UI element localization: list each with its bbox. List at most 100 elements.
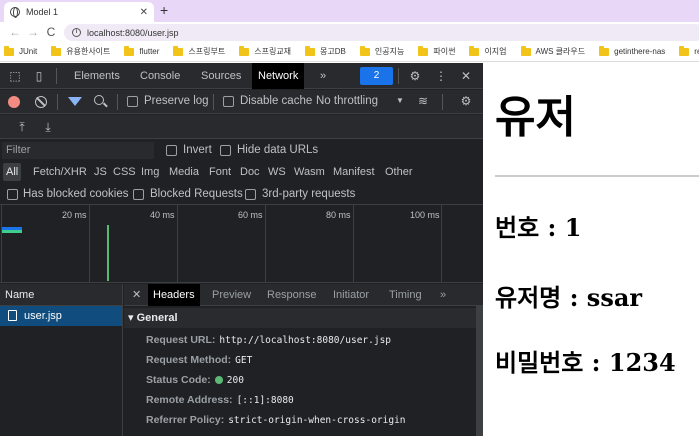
has-blocked-cookies-checkbox[interactable] [7,189,18,200]
bookmarks-bar: JUnit 유용한사이트 flutter 스프링부트 스프링교재 몽고DB 인공… [0,42,699,62]
timeline-tick-label: 60 ms [238,210,263,220]
disable-cache-label: Disable cache [240,95,313,107]
bookmark-folder[interactable]: 인공지능 [359,45,404,57]
status-ok-icon [214,376,223,385]
bookmark-folder[interactable]: getinthere-nas [599,45,665,56]
user-number: 번호 : 1 [495,213,582,242]
general-section-header[interactable]: ▾ General [124,308,476,328]
bookmark-folder[interactable]: 파이썬 [418,45,455,57]
scrollbar[interactable] [476,306,483,436]
tab-elements[interactable]: Elements [68,63,126,89]
bookmark-folder[interactable]: flutter [124,45,159,56]
bookmark-folder[interactable]: JUnit [4,45,37,56]
filter-other[interactable]: Other [382,163,416,181]
request-url-row: Request URL: http://localhost:8080/user.j… [146,334,391,346]
request-list: Name user.jsp [0,284,123,436]
filter-ws[interactable]: WS [265,163,289,181]
filter-manifest[interactable]: Manifest [330,163,378,181]
folder-icon [51,45,62,56]
clear-icon[interactable] [35,96,47,108]
close-tab-icon[interactable]: ✕ [140,7,148,18]
timeline-gridline [1,205,2,283]
network-conditions-icon[interactable]: ≋ [416,94,430,108]
detail-tab-bar: ✕ Headers Preview Response Initiator Tim… [124,284,483,306]
gear-icon[interactable]: ⚙ [408,69,422,83]
record-icon[interactable] [8,96,20,108]
inspect-element-icon[interactable]: ⬚ [8,69,22,83]
reload-button[interactable]: C [42,25,60,39]
filter-js[interactable]: JS [91,163,110,181]
header-value[interactable]: [::1]:8080 [237,395,294,406]
header-value[interactable]: http://localhost:8080/user.jsp [219,335,391,346]
search-icon[interactable] [94,95,104,105]
issues-badge[interactable]: 2 [360,67,393,85]
new-tab-button[interactable]: + [160,2,168,18]
bookmark-folder[interactable]: 이지업 [469,45,507,57]
referrer-policy-row: Referrer Policy: strict-origin-when-cross… [146,414,406,426]
name-column-header[interactable]: Name [0,284,122,306]
bookmark-folder[interactable]: 몽고DB [305,45,346,57]
device-toolbar-icon[interactable]: ▯ [32,69,46,83]
hide-data-urls-checkbox[interactable] [220,145,231,156]
header-value[interactable]: 200 [227,375,244,386]
filter-all[interactable]: All [3,163,22,181]
third-party-checkbox[interactable] [245,189,256,200]
bookmark-folder[interactable]: 스프링부트 [173,45,225,57]
tab-response[interactable]: Response [262,284,322,306]
filter-css[interactable]: CSS [110,163,139,181]
upload-icon[interactable]: ⤒ [16,121,28,133]
disable-cache-checkbox[interactable] [223,96,234,107]
blocked-requests-checkbox[interactable] [133,189,144,200]
tab-sources[interactable]: Sources [195,63,247,89]
bookmark-label: 몽고DB [320,47,346,56]
tab-network[interactable]: Network [252,63,305,89]
site-info-icon[interactable]: i [72,28,81,37]
forward-button[interactable]: → [24,25,42,39]
request-row[interactable]: user.jsp [0,306,122,326]
bookmark-label: 이지업 [484,47,507,56]
header-key: Remote Address: [146,394,233,406]
filter-media[interactable]: Media [166,163,202,181]
preserve-log-label: Preserve log [144,95,209,107]
close-detail-icon[interactable]: ✕ [127,284,146,306]
network-overview-timeline[interactable]: 20 ms 40 ms 60 ms 80 ms 100 ms [0,205,483,283]
filter-doc[interactable]: Doc [237,163,263,181]
filter-row: Filter Invert Hide data URLs [0,140,483,161]
invert-checkbox[interactable] [166,145,177,156]
browser-tab[interactable]: Model 1 ✕ [4,2,154,22]
divider [57,94,58,110]
address-bar[interactable]: i localhost:8080/user.jsp [64,24,699,41]
tab-preview[interactable]: Preview [207,284,256,306]
throttling-select[interactable]: No throttling [316,95,378,107]
devtools-panel: ⬚ ▯ Elements Console Sources Network » 2… [0,63,483,436]
user-password: 비밀번호 : 1234 [495,348,676,377]
tab-initiator[interactable]: Initiator [328,284,374,306]
third-party-label: 3rd-party requests [262,188,356,200]
chevron-down-icon[interactable]: ▼ [396,96,404,105]
filter-icon[interactable] [68,97,82,106]
download-icon[interactable]: ⤓ [42,121,54,133]
gear-icon[interactable]: ⚙ [459,94,473,108]
tab-timing[interactable]: Timing [384,284,427,306]
filter-font[interactable]: Font [206,163,234,181]
more-tabs-button[interactable]: » [435,284,451,306]
back-button[interactable]: ← [6,25,24,39]
bookmark-folder[interactable]: AWS 클라우드 [520,45,585,57]
timeline-gridline [265,205,266,283]
kebab-menu-icon[interactable]: ⋮ [434,69,448,83]
tab-console[interactable]: Console [134,63,186,89]
filter-fetch-xhr[interactable]: Fetch/XHR [30,163,90,181]
preserve-log-checkbox[interactable] [127,96,138,107]
filter-input[interactable]: Filter [2,142,154,159]
bookmark-folder[interactable]: 스프링교재 [239,45,291,57]
header-value[interactable]: strict-origin-when-cross-origin [228,415,405,426]
filter-img[interactable]: Img [138,163,162,181]
bookmark-folder[interactable]: react [679,45,699,56]
tab-headers[interactable]: Headers [148,284,200,306]
more-tabs-button[interactable]: » [314,63,332,89]
bookmark-folder[interactable]: 유용한사이트 [51,45,110,57]
divider [398,68,399,84]
filter-wasm[interactable]: Wasm [291,163,328,181]
close-icon[interactable]: ✕ [459,69,473,83]
header-value[interactable]: GET [235,355,252,366]
